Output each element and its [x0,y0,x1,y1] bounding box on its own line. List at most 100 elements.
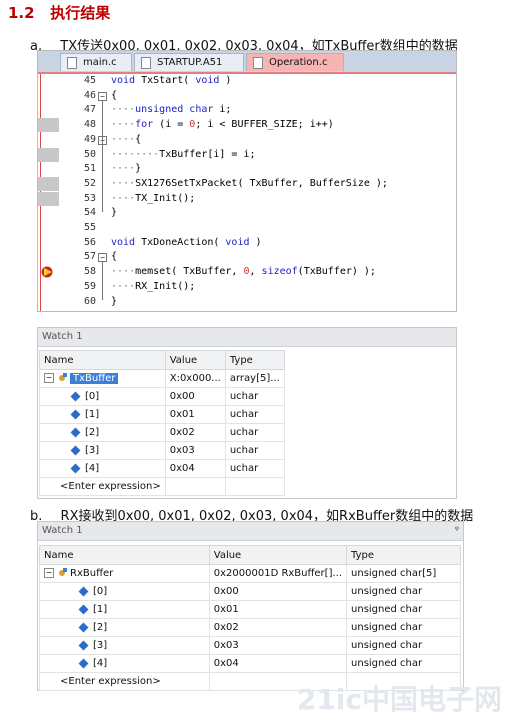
table-row[interactable]: [3] 0x03 unsigned char [39,636,461,655]
col-type-header[interactable]: Type [346,545,461,565]
line-number: 45 [83,75,96,86]
section-title: 执行结果 [50,4,111,22]
element-icon [70,391,81,401]
collapse-icon[interactable]: − [44,373,54,383]
table-row[interactable]: [2] 0x02 uchar [39,423,285,442]
element-value[interactable]: 0x02 [164,423,226,442]
element-value[interactable]: 0x00 [208,582,348,601]
element-name: [2] [85,427,100,438]
code-area[interactable]: 45 void TxStart( void ) 46−{47 ····unsigned… [38,74,456,311]
code-line[interactable]: 54} [38,206,456,221]
table-row[interactable]: [4] 0x04 uchar [39,459,285,478]
struct-variable-icon [57,373,67,383]
variable-value[interactable]: X:0x000... [164,369,226,388]
variable-name: RxBuffer [70,568,114,579]
element-type: unsigned char [346,600,461,619]
code-line[interactable]: 52 ····SX1276SetTxPacket( TxBuffer, Buffe… [38,176,456,192]
table-row[interactable]: [2] 0x02 unsigned char [39,618,461,637]
code-text: ····for (i = 0; i < BUFFER_SIZE; i++) [111,119,334,131]
breakpoint-current-line-icon[interactable] [41,266,55,278]
element-type: uchar [224,423,285,442]
line-number: 50 [83,148,96,160]
enter-expression[interactable]: <Enter expression> [39,672,210,691]
enter-expression[interactable]: <Enter expression> [39,477,166,496]
table-row[interactable]: [0] 0x00 uchar [39,387,285,406]
element-icon [70,445,81,455]
code-text: void TxDoneAction( void ) [111,236,262,248]
section-number: 1.2 [8,4,35,22]
element-icon [70,463,81,473]
code-line[interactable]: 48 ····for (i = 0; i < BUFFER_SIZE; i++) [38,118,456,133]
line-number: 55 [83,222,96,233]
element-type: uchar [224,405,285,424]
code-text: ····unsigned char i; [111,104,232,116]
watch-title: Watch 1 [38,328,456,347]
element-value[interactable]: 0x02 [208,618,348,637]
code-line[interactable]: 53 ····TX_Init(); [38,191,456,207]
code-line[interactable]: 49−····{ [38,133,456,148]
element-icon [78,622,89,632]
line-number: 54 [83,207,96,219]
col-value-header[interactable]: Value [208,545,348,565]
code-line[interactable]: 60} [38,295,456,310]
table-row[interactable]: [1] 0x01 uchar [39,405,285,424]
code-line[interactable]: 46−{ [38,89,456,104]
element-type: unsigned char [346,636,461,655]
tab-operation-c[interactable]: Operation.c [246,53,344,71]
code-line[interactable]: 47 ····unsigned char i; [38,103,456,118]
watermark-logo: 21ic中国电子网 [296,683,502,716]
code-line[interactable]: 45 void TxStart( void ) [38,74,456,89]
code-line[interactable]: 50 ········TxBuffer[i] = i; [38,147,456,163]
table-row[interactable]: <Enter expression> [39,477,285,496]
table-row[interactable]: − TxBuffer X:0x000... array[5]... [39,369,285,388]
watch-panel-rx: Watch 1 ᵠ Name Value Type − RxBuffer 0x20… [37,521,464,691]
col-value-header[interactable]: Value [164,350,226,370]
table-row[interactable]: [0] 0x00 unsigned char [39,582,461,601]
watch-title: Watch 1 [42,525,83,536]
element-name: [1] [93,604,108,615]
tab-main-c[interactable]: main.c [60,53,132,71]
execution-marker [38,118,59,133]
element-name: [3] [93,640,108,651]
element-value[interactable]: 0x03 [164,441,226,460]
code-text: void TxStart( void ) [111,75,232,86]
code-line[interactable]: 56 void TxDoneAction( void ) [38,236,456,251]
element-value[interactable]: 0x03 [208,636,348,655]
code-line[interactable]: 51 ····} [38,162,456,177]
watch-table: Name Value Type − RxBuffer 0x2000001D RxB… [39,545,461,691]
tab-label: main.c [83,57,117,68]
element-value[interactable]: 0x00 [164,387,226,406]
col-name-header[interactable]: Name [39,545,210,565]
element-name: [1] [85,409,100,420]
variable-type: array[5]... [224,369,285,388]
pin-icon[interactable]: ᵠ [455,522,459,540]
code-line[interactable]: 55 [38,221,456,236]
line-number: 60 [83,295,96,307]
code-line[interactable]: 58 ····memset( TxBuffer, 0, sizeof(TxBuff… [38,265,456,280]
col-type-header[interactable]: Type [224,350,285,370]
element-value[interactable]: 0x04 [164,459,226,478]
fold-toggle-icon[interactable]: − [98,91,107,101]
code-line[interactable]: 59 ····RX_Init(); [38,280,456,295]
table-row[interactable]: [4] 0x04 unsigned char [39,654,461,673]
tab-label: Operation.c [269,57,328,68]
element-icon [70,427,81,437]
fold-guide-line [102,262,103,301]
element-type: uchar [224,441,285,460]
variable-value[interactable]: 0x2000001D RxBuffer[]... [208,564,348,583]
code-line[interactable]: 57−{ [38,250,456,265]
table-row[interactable]: − RxBuffer 0x2000001D RxBuffer[]... unsig… [39,564,461,583]
table-row[interactable]: [1] 0x01 unsigned char [39,600,461,619]
element-value[interactable]: 0x04 [208,654,348,673]
struct-variable-icon [57,568,67,578]
col-name-header[interactable]: Name [39,350,166,370]
element-value[interactable]: 0x01 [164,405,226,424]
tab-startup-a51[interactable]: STARTUP.A51 [134,53,244,71]
table-header-row: Name Value Type [39,350,285,370]
table-row[interactable]: [3] 0x03 uchar [39,441,285,460]
element-value[interactable]: 0x01 [208,600,348,619]
variable-name: TxBuffer [70,373,119,384]
fold-toggle-icon[interactable]: − [98,253,107,263]
collapse-icon[interactable]: − [44,568,54,578]
code-text: ····memset( TxBuffer, 0, sizeof(TxBuffer… [111,266,376,278]
